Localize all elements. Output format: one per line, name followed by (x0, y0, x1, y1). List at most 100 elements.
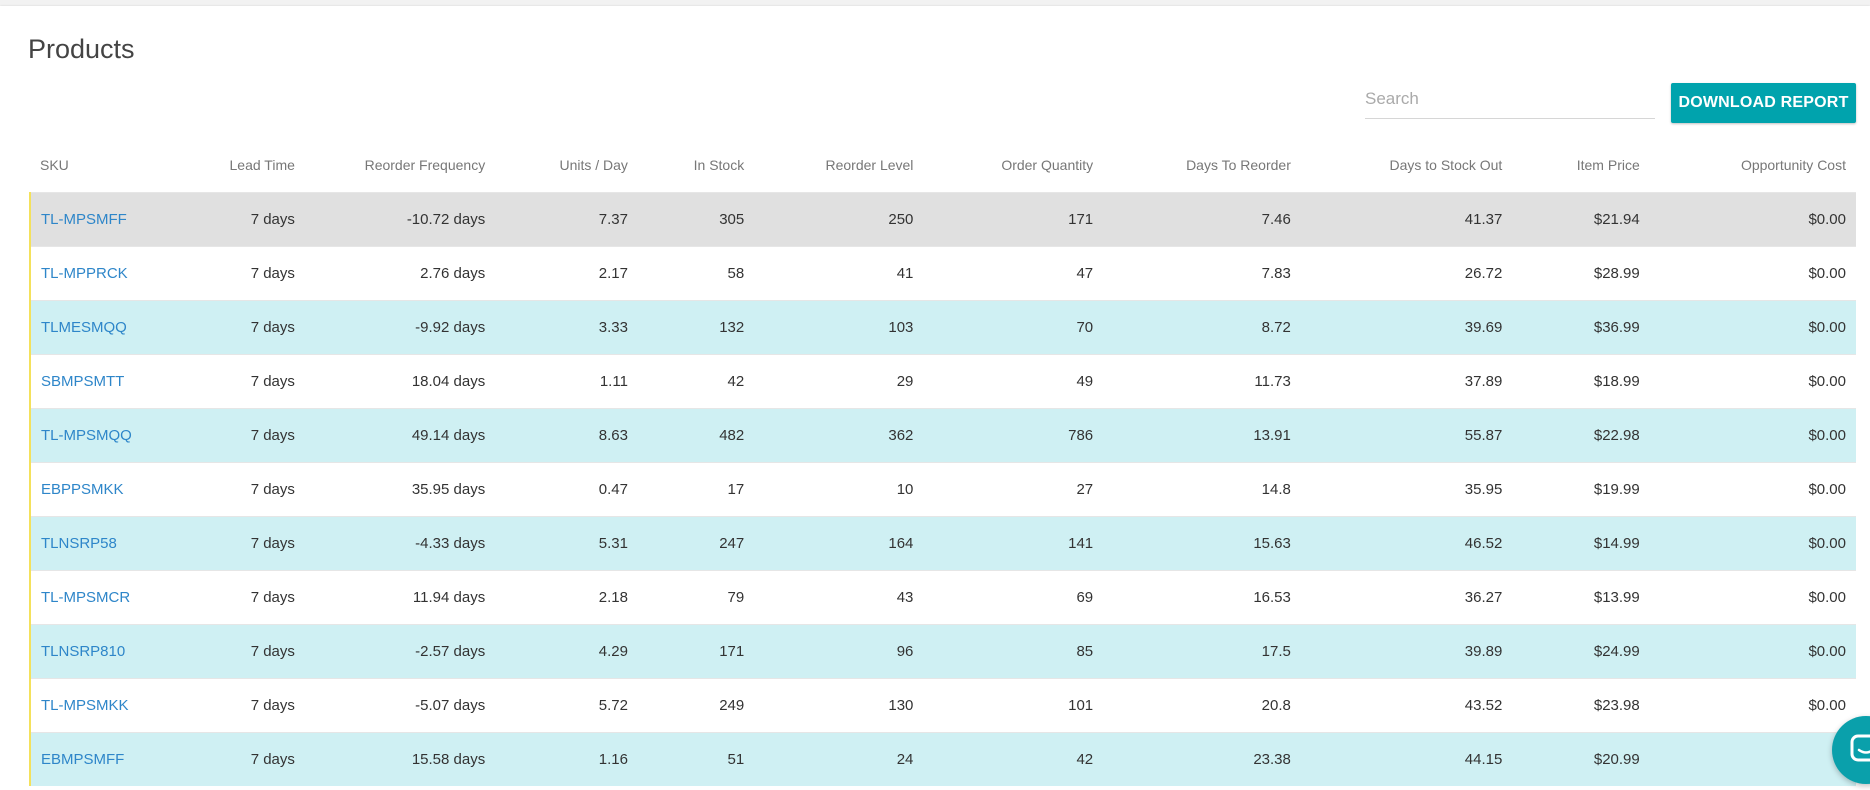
sku-link[interactable]: EBMPSMFF (41, 751, 124, 768)
column-header-in-stock[interactable]: In Stock (638, 138, 754, 193)
sku-link[interactable]: TL-MPSMKK (41, 697, 129, 714)
table-row[interactable]: TL-MPPRCK 7 days 2.76 days 2.17 58 41 47 7.83 26… (29, 246, 1856, 301)
cell-units-per-day: 1.11 (495, 354, 638, 409)
cell-order-quantity: 42 (923, 732, 1104, 786)
table-row[interactable]: EBMPSMFF 7 days 15.58 days 1.16 51 24 42 23.38 4… (29, 732, 1856, 786)
cell-item-price: $21.94 (1512, 192, 1650, 247)
cell-in-stock: 42 (637, 354, 755, 409)
cell-days-to-reorder: 8.72 (1103, 300, 1301, 355)
cell-days-to-stock-out: 26.72 (1300, 246, 1513, 301)
cell-opportunity-cost: $0.00 (1649, 246, 1856, 301)
cell-reorder-frequency: -4.33 days (304, 516, 496, 571)
sku-link[interactable]: TLNSRP810 (41, 643, 125, 660)
sku-link[interactable]: TL-MPSMQQ (41, 427, 132, 444)
cell-opportunity-cost (1649, 732, 1856, 786)
table-header-row: SKU Lead Time Reorder Frequency Units / … (30, 138, 1856, 193)
cell-order-quantity: 786 (923, 408, 1104, 463)
cell-opportunity-cost: $0.00 (1649, 300, 1856, 355)
table-row[interactable]: SBMPSMTT 7 days 18.04 days 1.11 42 29 49 11.73 3… (29, 354, 1856, 409)
cell-reorder-level: 41 (754, 246, 924, 301)
cell-opportunity-cost: $0.00 (1649, 624, 1856, 679)
cell-sku: TL-MPSMQQ (29, 408, 189, 463)
cell-order-quantity: 85 (923, 624, 1104, 679)
cell-in-stock: 171 (637, 624, 755, 679)
cell-days-to-reorder: 7.46 (1103, 192, 1301, 247)
cell-lead-time: 7 days (188, 408, 305, 463)
sku-link[interactable]: TLNSRP58 (41, 535, 117, 552)
chat-bubble-icon (1850, 734, 1870, 762)
cell-item-price: $19.99 (1512, 462, 1650, 517)
cell-opportunity-cost: $0.00 (1649, 462, 1856, 517)
cell-reorder-level: 250 (754, 192, 924, 247)
cell-days-to-reorder: 14.8 (1103, 462, 1301, 517)
table-row[interactable]: EBPPSMKK 7 days 35.95 days 0.47 17 10 27 14.8 35… (29, 462, 1856, 517)
cell-sku: TL-MPSMKK (29, 678, 189, 733)
cell-units-per-day: 0.47 (495, 462, 638, 517)
table-row[interactable]: TL-MPSMKK 7 days -5.07 days 5.72 249 130 101 20… (29, 678, 1856, 733)
sku-link[interactable]: EBPPSMKK (41, 481, 124, 498)
column-header-days-to-stock-out[interactable]: Days to Stock Out (1301, 138, 1512, 193)
cell-days-to-stock-out: 46.52 (1300, 516, 1513, 571)
table-row[interactable]: TLMESMQQ 7 days -9.92 days 3.33 132 103 70 8.72… (29, 300, 1856, 355)
cell-in-stock: 58 (637, 246, 755, 301)
cell-reorder-level: 96 (754, 624, 924, 679)
table-row[interactable]: TLNSRP810 7 days -2.57 days 4.29 171 96 85 17.5… (29, 624, 1856, 679)
column-header-item-price[interactable]: Item Price (1512, 138, 1649, 193)
cell-days-to-stock-out: 36.27 (1300, 570, 1513, 625)
cell-days-to-reorder: 13.91 (1103, 408, 1301, 463)
cell-order-quantity: 70 (923, 300, 1104, 355)
cell-sku: EBPPSMKK (29, 462, 189, 517)
sku-link[interactable]: TL-MPPRCK (41, 265, 128, 282)
cell-days-to-reorder: 16.53 (1103, 570, 1301, 625)
cell-opportunity-cost: $0.00 (1649, 678, 1856, 733)
cell-reorder-frequency: 15.58 days (304, 732, 496, 786)
cell-opportunity-cost: $0.00 (1649, 354, 1856, 409)
cell-reorder-level: 10 (754, 462, 924, 517)
cell-reorder-frequency: 49.14 days (304, 408, 496, 463)
column-header-units-per-day[interactable]: Units / Day (495, 138, 638, 193)
cell-lead-time: 7 days (188, 300, 305, 355)
cell-sku: TL-MPPRCK (29, 246, 189, 301)
column-header-lead-time[interactable]: Lead Time (189, 138, 305, 193)
page-title: Products (28, 34, 135, 64)
cell-reorder-frequency: -2.57 days (304, 624, 496, 679)
cell-in-stock: 482 (637, 408, 755, 463)
download-report-button[interactable]: DOWNLOAD REPORT (1671, 83, 1856, 123)
cell-sku: TL-MPSMFF (29, 192, 189, 247)
table-row[interactable]: TL-MPSMQQ 7 days 49.14 days 8.63 482 362 786 13… (29, 408, 1856, 463)
search-field[interactable] (1365, 84, 1655, 119)
sku-link[interactable]: SBMPSMTT (41, 373, 124, 390)
cell-in-stock: 247 (637, 516, 755, 571)
cell-lead-time: 7 days (188, 678, 305, 733)
sku-link[interactable]: TLMESMQQ (41, 319, 127, 336)
cell-order-quantity: 171 (923, 192, 1104, 247)
column-header-order-quantity[interactable]: Order Quantity (923, 138, 1103, 193)
column-header-reorder-frequency[interactable]: Reorder Frequency (305, 138, 495, 193)
column-header-days-to-reorder[interactable]: Days To Reorder (1103, 138, 1301, 193)
table-row[interactable]: TL-MPSMFF 7 days -10.72 days 7.37 305 250 171 7… (29, 192, 1856, 247)
cell-opportunity-cost: $0.00 (1649, 516, 1856, 571)
sku-link[interactable]: TL-MPSMFF (41, 211, 127, 228)
column-header-sku[interactable]: SKU (30, 138, 189, 193)
cell-days-to-reorder: 20.8 (1103, 678, 1301, 733)
cell-units-per-day: 7.37 (495, 192, 638, 247)
cell-days-to-reorder: 15.63 (1103, 516, 1301, 571)
cell-item-price: $14.99 (1512, 516, 1650, 571)
table-row[interactable]: TLNSRP58 7 days -4.33 days 5.31 247 164 141 15.… (29, 516, 1856, 571)
cell-days-to-stock-out: 43.52 (1300, 678, 1513, 733)
cell-order-quantity: 101 (923, 678, 1104, 733)
cell-opportunity-cost: $0.00 (1649, 570, 1856, 625)
cell-days-to-reorder: 23.38 (1103, 732, 1301, 786)
cell-order-quantity: 69 (923, 570, 1104, 625)
column-header-reorder-level[interactable]: Reorder Level (754, 138, 923, 193)
table-row[interactable]: TL-MPSMCR 7 days 11.94 days 2.18 79 43 69 16.53… (29, 570, 1856, 625)
column-header-opportunity-cost[interactable]: Opportunity Cost (1650, 138, 1856, 193)
sku-link[interactable]: TL-MPSMCR (41, 589, 130, 606)
cell-item-price: $20.99 (1512, 732, 1650, 786)
cell-lead-time: 7 days (188, 462, 305, 517)
search-input[interactable] (1365, 84, 1655, 114)
cell-reorder-frequency: 35.95 days (304, 462, 496, 517)
cell-days-to-stock-out: 35.95 (1300, 462, 1513, 517)
cell-in-stock: 79 (637, 570, 755, 625)
cell-reorder-level: 29 (754, 354, 924, 409)
